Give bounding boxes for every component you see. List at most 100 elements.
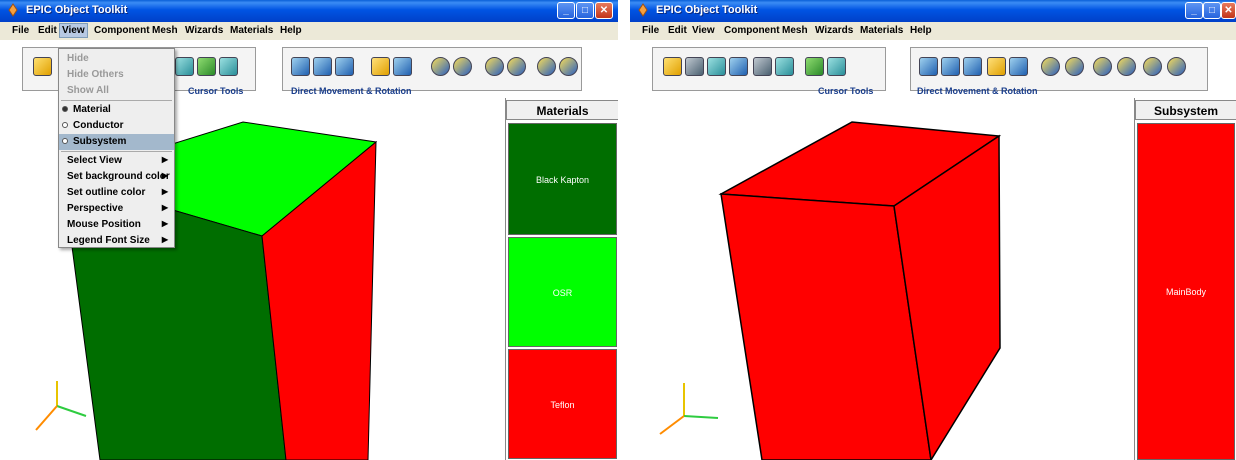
- title-bar[interactable]: EPIC Object Toolkit _ □ ✕: [0, 0, 618, 22]
- submenu-arrow-icon: ▶: [161, 155, 168, 164]
- legend-item[interactable]: Teflon: [508, 349, 617, 459]
- close-button[interactable]: ✕: [1221, 2, 1236, 19]
- menu-item-label: Mouse Position: [67, 219, 141, 230]
- select-edge-icon[interactable]: [753, 57, 772, 76]
- menu-item-select-view[interactable]: Select View ▶: [59, 153, 174, 169]
- minimize-button[interactable]: _: [557, 2, 575, 19]
- menu-component[interactable]: Component: [94, 25, 150, 36]
- legend-item[interactable]: Black Kapton: [508, 123, 617, 235]
- globe-icon[interactable]: [219, 57, 238, 76]
- minimize-button[interactable]: _: [1185, 2, 1203, 19]
- move-left-icon[interactable]: [919, 57, 938, 76]
- select-node-icon[interactable]: [729, 57, 748, 76]
- select-object-icon[interactable]: [663, 57, 682, 76]
- app-icon: [638, 3, 648, 17]
- select-object-icon[interactable]: [33, 57, 52, 76]
- menu-mesh[interactable]: Mesh: [152, 25, 178, 36]
- menu-help[interactable]: Help: [280, 25, 302, 36]
- rotate-zneg-icon[interactable]: [507, 57, 526, 76]
- menu-item-material[interactable]: Material: [59, 102, 174, 118]
- move-center-icon[interactable]: [941, 57, 960, 76]
- menu-component[interactable]: Component: [724, 25, 780, 36]
- submenu-arrow-icon: ▶: [161, 203, 168, 212]
- menu-item-subsystem[interactable]: Subsystem: [59, 134, 174, 150]
- add-mesh-icon[interactable]: [805, 57, 824, 76]
- menu-item-label: Perspective: [67, 203, 124, 214]
- select-face-icon[interactable]: [175, 57, 194, 76]
- menu-item-label: Subsystem: [73, 136, 127, 147]
- submenu-arrow-icon: ▶: [161, 235, 168, 244]
- cube-gold-icon[interactable]: [987, 57, 1006, 76]
- menu-materials[interactable]: Materials: [230, 25, 273, 36]
- rotate-z-icon[interactable]: [1093, 57, 1112, 76]
- movement-group: [282, 47, 582, 91]
- menu-bar: File Edit View Component Mesh Wizards Ma…: [630, 22, 1236, 40]
- cube-gold-icon[interactable]: [371, 57, 390, 76]
- menu-view[interactable]: View: [59, 23, 88, 38]
- rotate-y-icon[interactable]: [1065, 57, 1084, 76]
- legend-item-label: OSR: [552, 288, 573, 298]
- axis-x: [56, 405, 87, 417]
- maximize-button[interactable]: □: [1203, 2, 1221, 19]
- menu-item-label: Material: [73, 104, 111, 115]
- legend-panel: Subsystem MainBody: [1134, 98, 1236, 460]
- small-cube-icon[interactable]: [393, 57, 412, 76]
- radio-checked-icon: [62, 106, 68, 112]
- legend-item[interactable]: OSR: [508, 237, 617, 347]
- select-box-icon[interactable]: [707, 57, 726, 76]
- menu-edit[interactable]: Edit: [38, 25, 57, 36]
- view-dropdown-menu: Hide Hide Others Show All Material Condu…: [58, 48, 175, 248]
- rotate-ccw-icon[interactable]: [537, 57, 556, 76]
- menu-item-outline-color[interactable]: Set outline color ▶: [59, 185, 174, 201]
- rotate-z-icon[interactable]: [485, 57, 504, 76]
- menu-materials[interactable]: Materials: [860, 25, 903, 36]
- rotate-zneg-icon[interactable]: [1117, 57, 1136, 76]
- menu-item-label: Hide Others: [67, 69, 124, 80]
- globe-icon[interactable]: [827, 57, 846, 76]
- menu-item-label: Set background color: [67, 171, 170, 182]
- viewport-3d[interactable]: [630, 98, 1134, 460]
- menu-item-legend-font-size[interactable]: Legend Font Size ▶: [59, 233, 174, 249]
- rotate-ccw-icon[interactable]: [1143, 57, 1162, 76]
- axis-triad: [659, 383, 719, 435]
- small-cube-icon[interactable]: [1009, 57, 1028, 76]
- menu-wizards[interactable]: Wizards: [815, 25, 853, 36]
- rotate-cw-icon[interactable]: [1167, 57, 1186, 76]
- move-right-icon[interactable]: [335, 57, 354, 76]
- rotate-x-icon[interactable]: [1041, 57, 1060, 76]
- move-left-icon[interactable]: [291, 57, 310, 76]
- menu-bar: File Edit View Component Mesh Wizards Ma…: [0, 22, 618, 40]
- menu-file[interactable]: File: [12, 25, 29, 36]
- menu-mesh[interactable]: Mesh: [782, 25, 808, 36]
- select-grid-icon[interactable]: [685, 57, 704, 76]
- menu-item-perspective[interactable]: Perspective ▶: [59, 201, 174, 217]
- rotate-cw-icon[interactable]: [559, 57, 578, 76]
- window-title: EPIC Object Toolkit: [26, 4, 128, 16]
- menu-edit[interactable]: Edit: [668, 25, 687, 36]
- rotate-y-icon[interactable]: [453, 57, 472, 76]
- menu-item-mouse-position[interactable]: Mouse Position ▶: [59, 217, 174, 233]
- rotate-x-icon[interactable]: [431, 57, 450, 76]
- move-center-icon[interactable]: [313, 57, 332, 76]
- menu-help[interactable]: Help: [910, 25, 932, 36]
- menu-item-background-color[interactable]: Set background color ▶: [59, 169, 174, 185]
- menu-separator: [61, 151, 172, 152]
- legend-item[interactable]: MainBody: [1137, 123, 1235, 460]
- axis-z: [659, 415, 685, 435]
- menu-item-label: Conductor: [73, 120, 124, 131]
- legend-item-label: Black Kapton: [535, 175, 590, 185]
- menu-view[interactable]: View: [692, 25, 715, 36]
- move-right-icon[interactable]: [963, 57, 982, 76]
- menu-file[interactable]: File: [642, 25, 659, 36]
- menu-item-conductor[interactable]: Conductor: [59, 118, 174, 134]
- title-bar[interactable]: EPIC Object Toolkit _ □ ✕: [630, 0, 1236, 22]
- menu-item-label: Select View: [67, 155, 122, 166]
- close-button[interactable]: ✕: [595, 2, 613, 19]
- add-mesh-icon[interactable]: [197, 57, 216, 76]
- maximize-button[interactable]: □: [576, 2, 594, 19]
- select-face-icon[interactable]: [775, 57, 794, 76]
- toolbar-area: Cursor Tools Direct Movement & Rotation: [630, 40, 1236, 98]
- menu-wizards[interactable]: Wizards: [185, 25, 223, 36]
- submenu-arrow-icon: ▶: [161, 187, 168, 196]
- menu-item-label: Hide: [67, 53, 89, 64]
